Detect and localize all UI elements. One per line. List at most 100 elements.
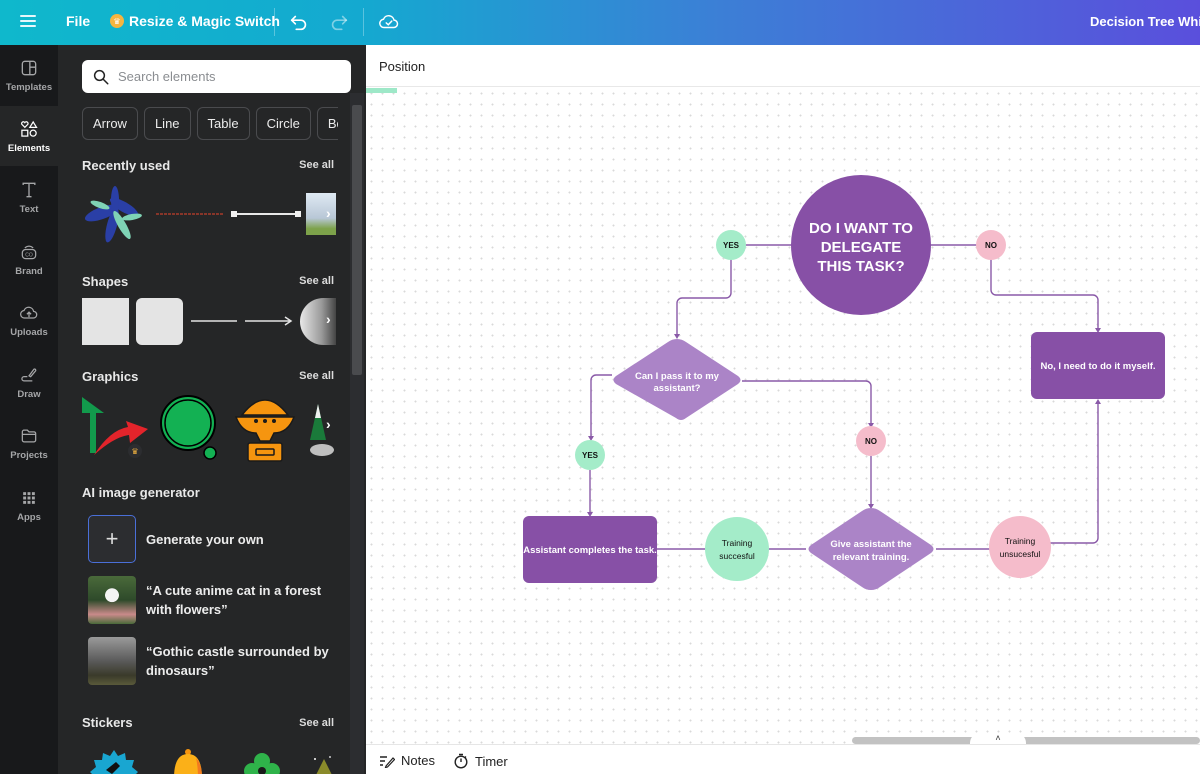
graphics-title: Graphics [82,369,139,384]
main-question-line: DO I WANT TO [809,220,913,237]
anime-cat-thumbnail [88,576,136,624]
rounded-square-shape[interactable] [136,298,183,345]
clover-sticker[interactable] [240,751,284,774]
uploads-icon [20,306,38,319]
timer-button[interactable]: Timer [453,753,508,769]
generate-your-own-item[interactable]: + Generate your own [88,515,331,563]
arrowhead [674,334,680,339]
chip-table[interactable]: Table [196,107,250,140]
rail-item-brand[interactable]: CO Brand [0,229,58,289]
rail-label: Text [19,203,39,215]
assistant-completes-node[interactable]: Assistant completes the task. [523,516,657,583]
filter-chips: Arrow Line Table Circle Box [82,107,338,140]
yes-mid-node[interactable]: YES [575,440,605,470]
connector-pass-to-no [742,380,872,425]
recently-used-title: Recently used [82,158,171,173]
main-question-node[interactable]: DO I WANT TO DELEGATE THIS TASK? [791,175,931,315]
chevron-right-icon[interactable]: › [326,205,331,221]
line-shape[interactable] [190,315,238,327]
panel-scrollbar[interactable] [350,93,364,774]
sparkle-sticker[interactable] [312,755,336,774]
connector-yes-to-pass [676,259,732,336]
rail-item-projects[interactable]: Projects [0,413,58,473]
rail-item-uploads[interactable]: Uploads [0,290,58,350]
decision-tree-diagram: DO I WANT TO DELEGATE THIS TASK? YES NO … [523,175,1165,590]
arrowhead [1095,399,1101,404]
arrow-shape[interactable] [244,315,294,327]
elements-icon [21,120,38,137]
generate-label: Generate your own [146,531,264,547]
no-label: NO [985,241,997,250]
plant-graphic-thumbnail[interactable] [82,185,152,250]
training-unsuccessful-line: unsucesful [1000,549,1041,559]
rail-item-text[interactable]: Text [0,167,58,227]
photo-thumbnail[interactable] [306,193,336,235]
side-rail: Templates Elements Text CO Brand Uploads… [0,45,58,774]
give-training-node[interactable]: Give assistant the relevant training. [808,508,934,590]
toolbar-divider [363,8,364,36]
undo-icon[interactable] [288,11,310,33]
svg-text:CO: CO [25,252,33,258]
training-successful-node[interactable]: Training succesful [705,517,769,581]
prompt-label: “Gothic castle surrounded by dinosaurs” [146,644,329,678]
chip-circle[interactable]: Circle [255,107,311,140]
tree-graphic[interactable] [308,400,336,460]
rail-item-templates[interactable]: Templates [0,45,58,105]
yes-label: YES [723,241,740,250]
chip-line[interactable]: Line [143,107,191,140]
yes-top-node[interactable]: YES [716,230,746,260]
canvas-horizontal-scrollbar[interactable] [852,737,1200,744]
hamburger-menu-icon[interactable] [18,12,38,32]
main-question-line: THIS TASK? [817,258,904,275]
training-successful-line: Training [722,538,753,548]
chip-box[interactable]: Box [316,107,338,140]
chevron-right-icon[interactable]: › [326,416,331,432]
file-menu-button[interactable]: File [66,13,90,29]
speech-bubble-graphic[interactable] [158,393,222,463]
training-successful-line: succesful [719,551,755,561]
document-title[interactable]: Decision Tree Whiteboard [1090,14,1200,29]
search-input[interactable] [118,69,338,84]
rail-label: Brand [15,265,43,277]
panel-scrollbar-thumb[interactable] [352,105,362,375]
training-unsuccessful-line: Training [1005,536,1036,546]
red-line-thumbnail[interactable] [156,208,224,220]
pass-question-node[interactable]: Can I pass it to my assistant? [613,339,741,420]
resize-label: Resize & Magic Switch [129,13,280,29]
graphics-see-all[interactable]: See all [299,370,334,382]
trophy-graphic[interactable] [234,393,296,463]
redo-icon[interactable] [328,11,350,33]
rail-item-apps[interactable]: Apps [0,475,58,535]
no-mid-node[interactable]: NO [856,426,886,456]
search-box[interactable] [82,60,351,93]
arrows-graphic[interactable]: ♛ [80,395,150,460]
square-shape[interactable] [82,298,129,345]
badge-sticker[interactable] [88,748,140,774]
chevron-right-icon[interactable]: › [326,311,331,327]
notes-button[interactable]: Notes [379,753,435,768]
cloud-saved-icon[interactable] [378,11,400,33]
recently-used-see-all[interactable]: See all [299,159,334,171]
ai-prompt-item[interactable]: “Gothic castle surrounded by dinosaurs” [88,637,331,685]
premium-crown-icon: ♛ [131,447,138,456]
connector-pass-to-yes [590,374,612,438]
rail-label: Draw [17,388,41,400]
do-it-myself-node[interactable]: No, I need to do it myself. [1031,332,1165,399]
rail-item-elements[interactable]: Elements [0,106,58,166]
search-icon [93,69,109,84]
elements-panel: Arrow Line Table Circle Box Recently use… [58,45,366,774]
canvas-area: Position DO I WANT TO DELEGATE THIS TASK… [366,45,1200,744]
ai-prompt-item[interactable]: “A cute anime cat in a forest with flowe… [88,576,331,624]
chip-arrow[interactable]: Arrow [82,107,138,140]
connector-line-thumbnail[interactable] [230,208,302,220]
no-top-node[interactable]: NO [976,230,1006,260]
resize-magic-switch-button[interactable]: ♛ Resize & Magic Switch [110,13,280,29]
connector-no-to-myself [990,259,1099,330]
rail-label: Projects [10,449,48,461]
stickers-see-all[interactable]: See all [299,717,334,729]
rail-item-draw[interactable]: Draw [0,352,58,412]
shapes-see-all[interactable]: See all [299,275,334,287]
training-successful-circle [705,517,769,581]
training-unsuccessful-node[interactable]: Training unsucesful [989,516,1051,578]
bell-sticker[interactable] [170,748,206,774]
